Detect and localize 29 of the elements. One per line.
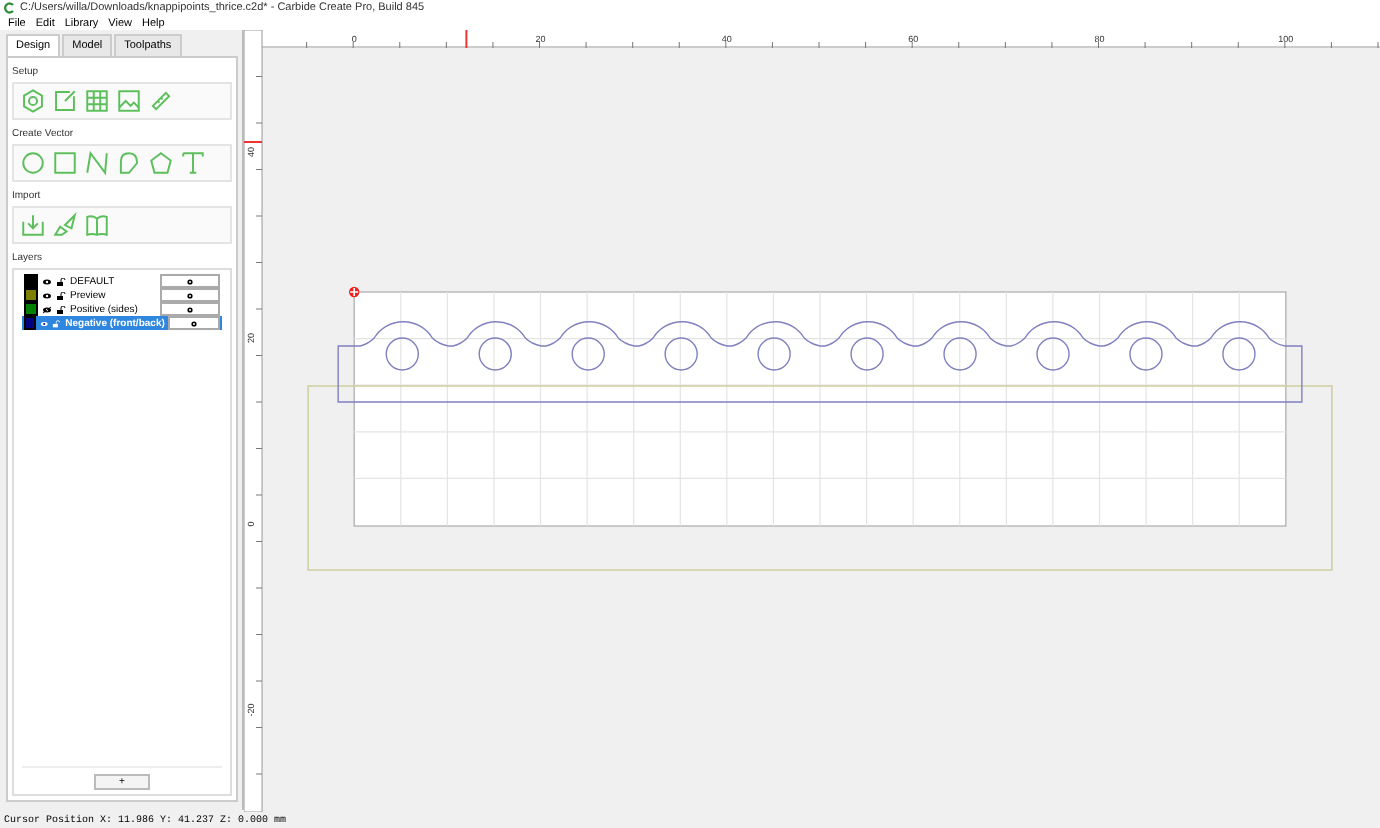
eye-icon[interactable] bbox=[40, 319, 49, 327]
polygon-icon[interactable] bbox=[148, 150, 174, 176]
layer-settings-button[interactable] bbox=[160, 288, 220, 302]
circle-icon[interactable] bbox=[20, 150, 46, 176]
lock-icon[interactable] bbox=[56, 291, 66, 299]
grid-icon[interactable] bbox=[84, 88, 110, 114]
polyline-icon[interactable] bbox=[84, 150, 110, 176]
origin-icon bbox=[349, 286, 360, 298]
book-icon[interactable] bbox=[84, 212, 110, 238]
image-icon[interactable] bbox=[116, 88, 142, 114]
square-icon[interactable] bbox=[52, 150, 78, 176]
app-icon bbox=[4, 2, 16, 14]
layer-settings-button[interactable] bbox=[168, 316, 220, 330]
curve-icon[interactable] bbox=[116, 150, 142, 176]
lock-icon[interactable] bbox=[56, 277, 66, 285]
cursor-marker bbox=[465, 30, 468, 49]
edit-icon[interactable] bbox=[52, 88, 78, 114]
eye-slash-icon[interactable] bbox=[42, 305, 52, 313]
gear-icon[interactable] bbox=[20, 88, 46, 114]
text-icon[interactable] bbox=[180, 150, 206, 176]
import-icon[interactable] bbox=[20, 212, 46, 238]
lock-icon[interactable] bbox=[56, 305, 66, 313]
cursor-marker bbox=[244, 141, 264, 143]
layer-settings-button[interactable] bbox=[160, 274, 220, 288]
eye-icon[interactable] bbox=[42, 291, 52, 299]
ruler-icon[interactable] bbox=[148, 88, 174, 114]
layer-settings-button[interactable] bbox=[160, 302, 220, 316]
eye-icon[interactable] bbox=[42, 277, 52, 285]
vector-icon[interactable] bbox=[52, 212, 78, 238]
